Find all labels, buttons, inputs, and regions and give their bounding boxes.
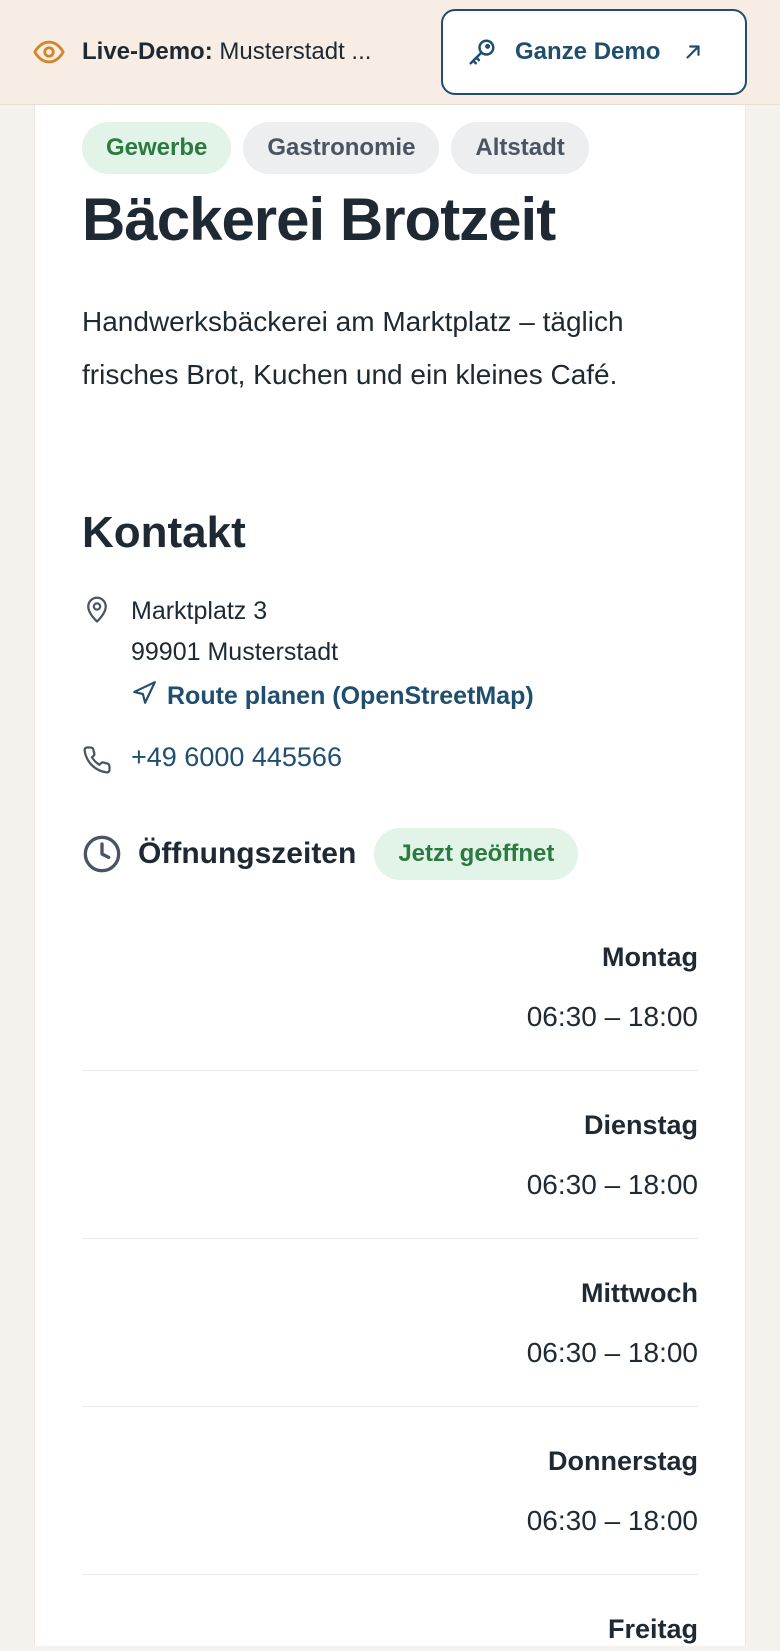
hours-row-thursday: Donnerstag 06:30 – 18:00 [82,1439,698,1543]
tag-gewerbe[interactable]: Gewerbe [82,122,232,174]
divider [82,1574,698,1575]
business-description: Handwerksbäckerei am Marktplatz – täglic… [82,306,624,390]
clock-icon [82,834,122,874]
day-time: 06:30 – 18:00 [526,1505,698,1536]
hours-row-wednesday: Mittwoch 06:30 – 18:00 [82,1271,698,1375]
day-name: Dienstag [583,1110,698,1140]
demo-label-city: Musterstadt ... [219,38,372,65]
hours-row-monday: Montag 06:30 – 18:00 [82,935,698,1039]
divider [82,1238,698,1239]
day-name: Freitag [607,1614,698,1644]
address: Marktplatz 3 99901 Musterstadt [131,591,338,673]
opening-hours-heading: Öffnungszeiten [138,837,357,870]
divider [82,1406,698,1407]
category-tags: Gewerbe Gastronomie Altstadt [82,122,589,174]
day-name: Mittwoch [581,1278,698,1308]
address-city: 99901 Musterstadt [131,638,339,666]
external-arrow-icon [682,39,708,65]
route-link[interactable]: Route planen (OpenStreetMap) [131,680,534,713]
full-demo-label: Ganze Demo [515,38,661,65]
demo-banner: Live-Demo: Musterstadt ... Ganze Demo [0,0,780,105]
route-label: Route planen (OpenStreetMap) [167,682,534,710]
day-time: 06:30 – 18:00 [526,1169,698,1200]
contact-heading: Kontakt [82,508,246,557]
day-name: Montag [602,942,698,972]
opening-hours-header: Öffnungszeiten Jetzt geöffnet [82,828,579,880]
full-demo-button[interactable]: Ganze Demo [441,9,747,95]
address-street: Marktplatz 3 [131,597,268,625]
demo-label: Live-Demo: Musterstadt ... [82,38,412,66]
key-icon [467,35,501,69]
demo-label-bold: Live-Demo: [82,38,213,65]
page-title: Bäckerei Brotzeit [82,186,556,253]
status-badge: Jetzt geöffnet [374,828,579,880]
navigation-icon [131,680,157,713]
phone-link[interactable]: +49 6000 445566 [131,742,342,773]
divider [82,1070,698,1071]
hours-row-friday: Freitag [82,1607,698,1651]
tag-altstadt[interactable]: Altstadt [451,122,589,174]
day-name: Donnerstag [547,1446,698,1476]
phone-icon [82,745,112,775]
hours-row-tuesday: Dienstag 06:30 – 18:00 [82,1103,698,1207]
day-time: 06:30 – 18:00 [526,1337,698,1368]
day-time: 06:30 – 18:00 [526,1001,698,1032]
eye-icon [32,35,66,69]
map-pin-icon [82,594,112,624]
tag-gastronomie[interactable]: Gastronomie [243,122,440,174]
